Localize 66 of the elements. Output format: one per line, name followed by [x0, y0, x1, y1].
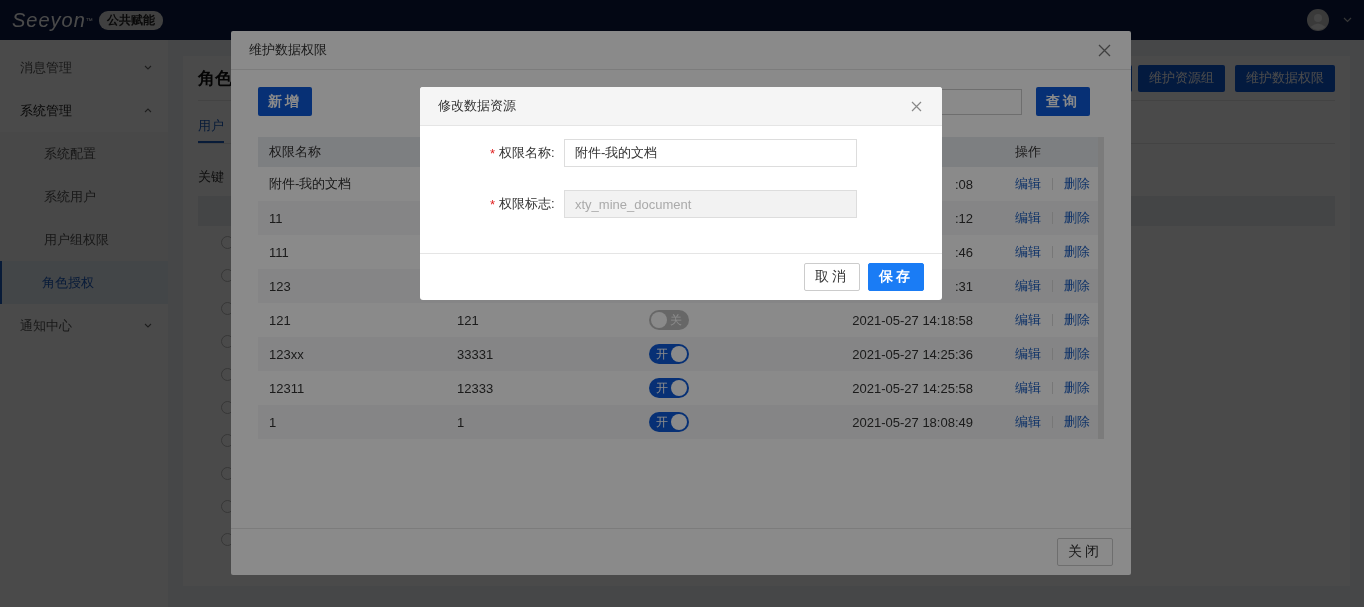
action-link[interactable]: 编辑 — [1015, 345, 1041, 363]
required-mark: * — [488, 196, 496, 212]
table-cell-text: 2021-05-27 14:25:58 — [851, 380, 973, 396]
table-cell-text: :31 — [953, 278, 973, 294]
table-cell-text: :46 — [953, 244, 973, 260]
action-link[interactable]: 编辑 — [1015, 379, 1041, 397]
action-link[interactable]: 删除 — [1064, 379, 1090, 397]
logo: Seeyon — [12, 8, 86, 32]
action-link[interactable]: 删除 — [1064, 345, 1090, 363]
tab[interactable]: 用户 — [198, 117, 224, 143]
table-cell-text: 11 — [268, 210, 284, 226]
action-link[interactable]: 删除 — [1064, 311, 1090, 329]
action-link[interactable]: 编辑 — [1015, 209, 1041, 227]
table-cell-text: 111 — [268, 244, 290, 260]
action-link[interactable]: 编辑 — [1015, 277, 1041, 295]
chevron-up-icon — [144, 108, 152, 113]
action-link[interactable]: 删除 — [1064, 243, 1090, 261]
table-cell: 33331 — [457, 346, 494, 362]
action-link[interactable]: 删除 — [1064, 209, 1090, 227]
toolbar-button[interactable]: 维护资源组 — [1138, 64, 1225, 92]
input-field[interactable]: 附件-我的文档 — [564, 139, 857, 167]
table-cell: 12333 — [457, 380, 494, 396]
action-link[interactable]: 编辑 — [1015, 175, 1041, 193]
close-button[interactable]: 关闭 — [1057, 538, 1113, 566]
table-cell: 1 — [457, 414, 465, 430]
action-link[interactable]: 编辑 — [1015, 413, 1041, 431]
table-cell-text: :08 — [953, 176, 973, 192]
table-cell-text: 2021-05-27 18:08:49 — [851, 414, 973, 430]
column-header: 操作 — [1014, 143, 1042, 161]
close-icon[interactable] — [1098, 43, 1111, 57]
action-link[interactable]: 删除 — [1064, 277, 1090, 295]
table-cell-text: 121 — [268, 312, 292, 328]
action-link[interactable]: 编辑 — [1015, 243, 1041, 261]
dialog-title: 维护数据权限 — [249, 41, 327, 59]
avatar-icon[interactable] — [1307, 9, 1329, 31]
close-icon[interactable] — [911, 100, 922, 112]
field-label: 权限标志: — [499, 195, 556, 213]
filter-label: 关键 — [198, 168, 224, 186]
chevron-down-icon — [144, 323, 152, 328]
add-button[interactable]: 新增 — [258, 87, 312, 116]
action-link[interactable]: 编辑 — [1015, 311, 1041, 329]
table-cell-text: 2021-05-27 14:18:58 — [851, 312, 973, 328]
toggle-switch[interactable]: 开 — [649, 344, 689, 364]
table-cell-text: 2021-05-27 14:25:36 — [851, 346, 973, 362]
save-button[interactable]: 保存 — [868, 263, 924, 291]
toggle-switch[interactable]: 开 — [649, 412, 689, 432]
table-cell-text: 12311 — [268, 380, 306, 396]
field-label: 权限名称: — [499, 144, 556, 162]
action-link[interactable]: 删除 — [1064, 413, 1090, 431]
table-cell-text: 1 — [268, 414, 278, 430]
dialog-title: 修改数据资源 — [438, 97, 516, 115]
sidebar-item[interactable]: 系统管理 — [0, 89, 168, 132]
search-button[interactable]: 查询 — [1036, 87, 1090, 116]
page-title: 角色 — [198, 67, 232, 90]
table-cell-text: 123xx — [268, 346, 305, 362]
toggle-switch[interactable]: 开 — [649, 378, 689, 398]
chevron-down-icon — [144, 65, 152, 70]
toolbar-button[interactable]: 维护数据权限 — [1235, 64, 1335, 92]
column-header: 权限名称 — [268, 143, 322, 161]
table-cell-text: 123 — [268, 278, 292, 294]
table-cell-text: 附件-我的文档 — [268, 175, 353, 193]
required-mark: * — [488, 145, 496, 161]
table-cell-text: :12 — [953, 210, 973, 226]
action-link[interactable]: 删除 — [1064, 175, 1090, 193]
cancel-button[interactable]: 取消 — [804, 263, 860, 291]
table-cell: 121 — [457, 312, 479, 328]
